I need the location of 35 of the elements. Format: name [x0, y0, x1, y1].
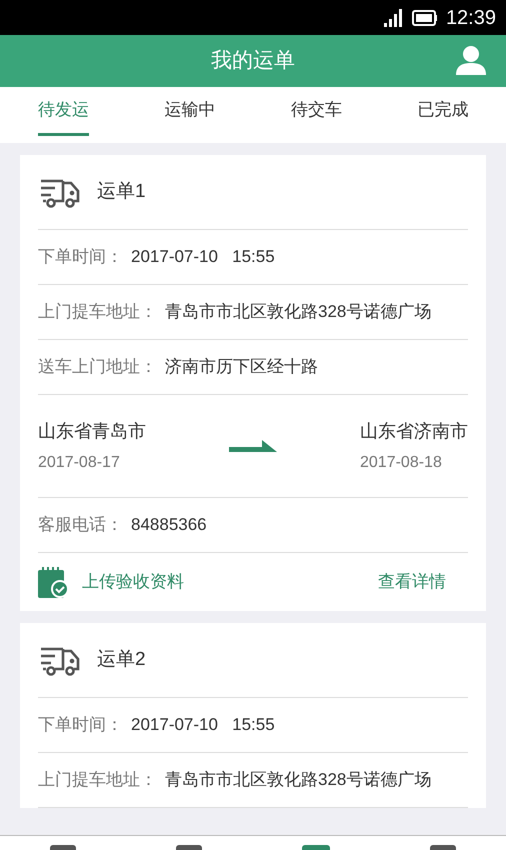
field-value: 青岛市市北区敦化路328号诺德广场: [165, 769, 432, 792]
field-label: 送车上门地址：: [38, 356, 157, 378]
origin-city: 山东省青岛市: [38, 420, 146, 442]
destination-date: 2017-08-18: [360, 452, 443, 472]
tab[interactable]: 待交车: [253, 87, 380, 143]
phone-label: 客服电话：: [38, 514, 123, 536]
tab[interactable]: 待发运: [0, 87, 126, 143]
user-icon[interactable]: [456, 45, 486, 75]
field-label: 下单时间：: [38, 714, 123, 736]
upload-button[interactable]: 上传验收资料: [38, 566, 184, 598]
phone-number: 84885366: [131, 514, 207, 536]
field-label: 下单时间：: [38, 246, 123, 268]
tab[interactable]: 运输中: [126, 87, 253, 143]
field-label: 上门提车地址：: [38, 301, 157, 324]
clock: 12:39: [446, 6, 496, 30]
field-value: 青岛市市北区敦化路328号诺德广场: [165, 301, 432, 324]
nav-icon[interactable]: [176, 845, 202, 850]
origin-date: 2017-08-17: [38, 452, 121, 472]
details-link[interactable]: 查看详情: [378, 569, 446, 595]
arrow-icon: [229, 440, 277, 452]
field-value: 济南市历下区经十路: [165, 356, 318, 378]
tab[interactable]: 已完成: [380, 87, 506, 143]
calendar-check-icon: [38, 566, 70, 598]
battery-icon: [412, 10, 438, 26]
nav-icon[interactable]: [50, 845, 76, 850]
destination-city: 山东省济南市: [360, 420, 468, 442]
order-title: 运单2: [97, 648, 146, 672]
signal-icon: [384, 8, 404, 26]
nav-icon[interactable]: [302, 845, 330, 850]
field-value: 2017-07-10 15:55: [131, 714, 275, 736]
order-title: 运单1: [97, 180, 146, 204]
field-label: 上门提车地址：: [38, 769, 157, 792]
field-value: 2017-07-10 15:55: [131, 246, 275, 268]
page-title: 我的运单: [211, 48, 295, 74]
nav-icon[interactable]: [430, 845, 456, 850]
